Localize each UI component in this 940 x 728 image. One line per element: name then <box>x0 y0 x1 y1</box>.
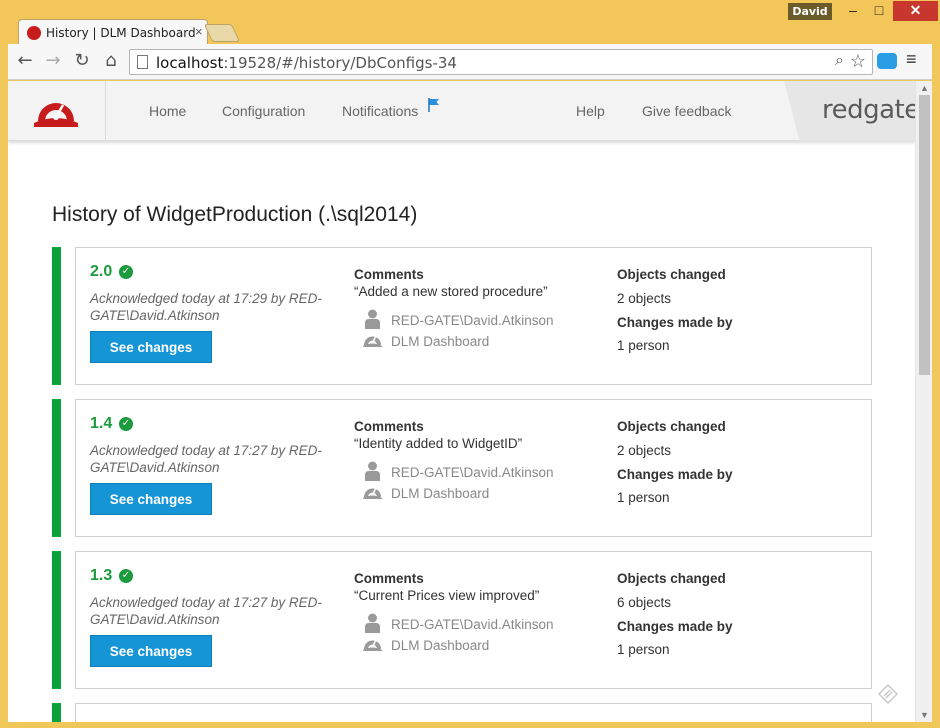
history-entry: 1.4 ✓ Acknowledged today at 17:27 by RED… <box>52 399 872 537</box>
person-icon <box>365 461 380 481</box>
page-icon <box>137 55 148 69</box>
user-badge[interactable]: David <box>788 3 832 20</box>
nav-notifications[interactable]: Notifications <box>342 103 418 119</box>
changes-made-by-label: Changes made by <box>617 467 733 482</box>
close-window-button[interactable]: ✕ <box>893 1 938 21</box>
acknowledged-text: Acknowledged today at 17:27 by RED-GATE\… <box>90 443 322 475</box>
comment-text: “Identity added to WidgetID” <box>354 436 523 451</box>
header-divider <box>105 81 106 141</box>
comments-label: Comments <box>354 571 424 586</box>
person-icon <box>365 613 380 633</box>
history-card: 1.3 ✓ Acknowledged today at 17:27 by RED… <box>75 551 872 689</box>
tab-title: History | DLM Dashboard <box>46 26 196 40</box>
objects-changed-label: Objects changed <box>617 419 726 434</box>
changes-made-by-value: 1 person <box>617 642 670 657</box>
history-card: 2.0 ✓ Acknowledged today at 17:29 by RED… <box>75 247 872 385</box>
app-header: Home Configuration Notifications Help Gi… <box>8 81 920 141</box>
version-number: 1.3 <box>90 567 113 584</box>
browser-menu-icon[interactable]: ≡ <box>906 49 917 70</box>
user-name: RED-GATE\David.Atkinson <box>391 465 554 480</box>
check-icon: ✓ <box>119 265 133 279</box>
redgate-brand-logo[interactable]: redgate <box>822 95 920 125</box>
bookmark-star-icon[interactable]: ☆ <box>850 51 866 72</box>
feedback-tag-icon[interactable] <box>878 684 898 704</box>
see-changes-button[interactable]: See changes <box>90 331 212 363</box>
source-name: DLM Dashboard <box>391 638 490 653</box>
home-icon[interactable]: ⌂ <box>100 50 122 72</box>
history-card: 1.4 ✓ Acknowledged today at 17:27 by RED… <box>75 399 872 537</box>
comment-text: “Added a new stored procedure” <box>354 284 548 299</box>
dlm-favicon-icon <box>27 26 41 40</box>
check-icon: ✓ <box>119 569 133 583</box>
browser-tab-active[interactable]: History | DLM Dashboard × <box>18 19 208 45</box>
reload-icon[interactable]: ↻ <box>71 50 93 72</box>
status-bar <box>52 551 61 689</box>
person-icon <box>365 309 380 329</box>
history-entry: 1.3 ✓ Acknowledged today at 17:27 by RED… <box>52 551 872 689</box>
scroll-down-arrow-icon[interactable]: ▼ <box>920 710 929 720</box>
dashboard-gauge-icon <box>363 640 382 651</box>
acknowledged-text: Acknowledged today at 17:29 by RED-GATE\… <box>90 291 322 323</box>
objects-changed-value: 2 objects <box>617 443 672 458</box>
minimize-button[interactable]: – <box>840 1 866 21</box>
back-arrow-icon[interactable]: ← <box>14 50 36 72</box>
version-number: 1.4 <box>90 415 113 432</box>
flag-icon <box>428 98 439 112</box>
maximize-button[interactable]: □ <box>866 1 892 21</box>
new-tab-button[interactable] <box>203 24 241 42</box>
forward-arrow-icon[interactable]: → <box>42 50 64 72</box>
scroll-up-arrow-icon[interactable]: ▲ <box>920 83 929 93</box>
url-host: localhost <box>156 54 224 72</box>
changes-made-by-label: Changes made by <box>617 315 733 330</box>
scrollbar-thumb[interactable] <box>919 95 930 375</box>
see-changes-button[interactable]: See changes <box>90 483 212 515</box>
address-bar[interactable]: localhost:19528/#/history/DbConfigs-34 ⌕… <box>129 49 873 75</box>
url-text[interactable]: localhost:19528/#/history/DbConfigs-34 <box>156 54 457 72</box>
acknowledged-text: Acknowledged today at 17:27 by RED-GATE\… <box>90 595 322 627</box>
vertical-scrollbar[interactable]: ▲ ▼ <box>915 81 932 722</box>
objects-changed-value: 6 objects <box>617 595 672 610</box>
version-number: 2.0 <box>90 263 113 280</box>
nav-home[interactable]: Home <box>149 103 186 119</box>
dlm-dashboard-logo-icon[interactable] <box>34 91 78 127</box>
search-icon[interactable]: ⌕ <box>835 52 844 70</box>
status-bar <box>52 247 61 385</box>
user-name: RED-GATE\David.Atkinson <box>391 313 554 328</box>
url-path: :19528/#/history/DbConfigs-34 <box>223 54 457 72</box>
history-entry-partial <box>52 703 872 722</box>
changes-made-by-value: 1 person <box>617 338 670 353</box>
cloud-extension-icon[interactable] <box>877 53 897 69</box>
changes-made-by-value: 1 person <box>617 490 670 505</box>
comments-label: Comments <box>354 419 424 434</box>
objects-changed-label: Objects changed <box>617 571 726 586</box>
browser-toolbar: ← → ↻ ⌂ localhost:19528/#/history/DbConf… <box>8 44 932 80</box>
page-viewport: Home Configuration Notifications Help Gi… <box>8 81 932 722</box>
nav-help[interactable]: Help <box>576 103 605 119</box>
history-entry: 2.0 ✓ Acknowledged today at 17:29 by RED… <box>52 247 872 385</box>
history-card <box>75 703 872 722</box>
nav-configuration[interactable]: Configuration <box>222 103 305 119</box>
see-changes-button[interactable]: See changes <box>90 635 212 667</box>
nav-give-feedback[interactable]: Give feedback <box>642 103 732 119</box>
objects-changed-value: 2 objects <box>617 291 672 306</box>
comment-text: “Current Prices view improved” <box>354 588 540 603</box>
dashboard-gauge-icon <box>363 336 382 347</box>
status-bar <box>52 703 61 722</box>
status-bar <box>52 399 61 537</box>
source-name: DLM Dashboard <box>391 486 490 501</box>
comments-label: Comments <box>354 267 424 282</box>
dashboard-gauge-icon <box>363 488 382 499</box>
user-name: RED-GATE\David.Atkinson <box>391 617 554 632</box>
changes-made-by-label: Changes made by <box>617 619 733 634</box>
check-icon: ✓ <box>119 417 133 431</box>
window-titlebar: David – □ ✕ History | DLM Dashboard × <box>0 0 940 45</box>
objects-changed-label: Objects changed <box>617 267 726 282</box>
page-title: History of WidgetProduction (.\sql2014) <box>52 203 418 226</box>
tab-close-icon[interactable]: × <box>195 24 203 39</box>
source-name: DLM Dashboard <box>391 334 490 349</box>
